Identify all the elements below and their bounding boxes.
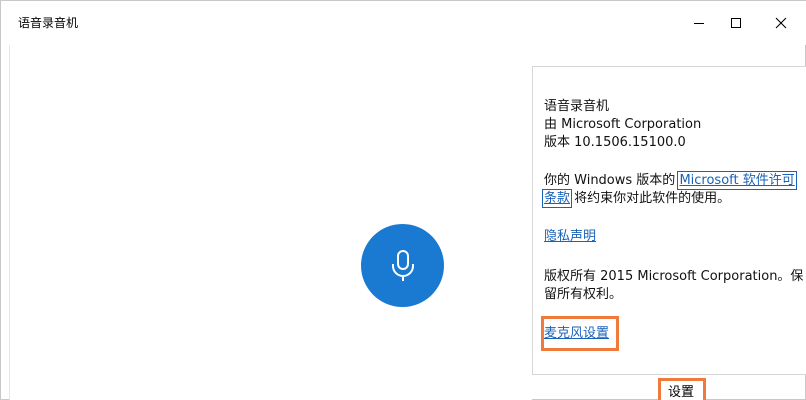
maximize-button[interactable]: [713, 1, 759, 45]
settings-button[interactable]: 设置: [668, 385, 694, 400]
about-app-name: 语音录音机: [544, 99, 610, 114]
license-prefix: 你的 Windows 版本的: [544, 173, 676, 188]
title-bar[interactable]: 语音录音机: [1, 1, 806, 45]
license-terms-link[interactable]: Microsoft 软件许可: [677, 171, 797, 190]
record-button[interactable]: [361, 224, 444, 307]
license-terms-link-continued[interactable]: 条款: [541, 189, 573, 208]
license-suffix: 将约束你对此软件的使用。: [570, 191, 731, 206]
maximize-icon: [731, 18, 741, 28]
license-line-1: 你的 Windows 版本的 Microsoft 软件许可: [544, 171, 797, 190]
about-publisher: 由 Microsoft Corporation: [544, 117, 702, 132]
recording-area: [9, 45, 532, 400]
window-title: 语音录音机: [18, 16, 79, 30]
about-version: 版本 10.1506.15100.0: [544, 135, 686, 150]
license-line-2: 条款 将约束你对此软件的使用。: [541, 189, 731, 208]
close-icon: [775, 17, 787, 29]
microphone-icon: [391, 249, 414, 281]
privacy-statement-link[interactable]: 隐私声明: [544, 228, 596, 246]
microphone-settings-link[interactable]: 麦克风设置: [544, 325, 609, 343]
copyright-line-2: 留所有权利。: [544, 287, 623, 302]
app-window: 语音录音机 语音录音机 由 Microsoft Corporation 版本 1…: [0, 0, 806, 400]
minimize-icon: [694, 23, 704, 24]
close-button[interactable]: [758, 1, 804, 45]
copyright-line-1: 版权所有 2015 Microsoft Corporation。保: [544, 269, 804, 284]
